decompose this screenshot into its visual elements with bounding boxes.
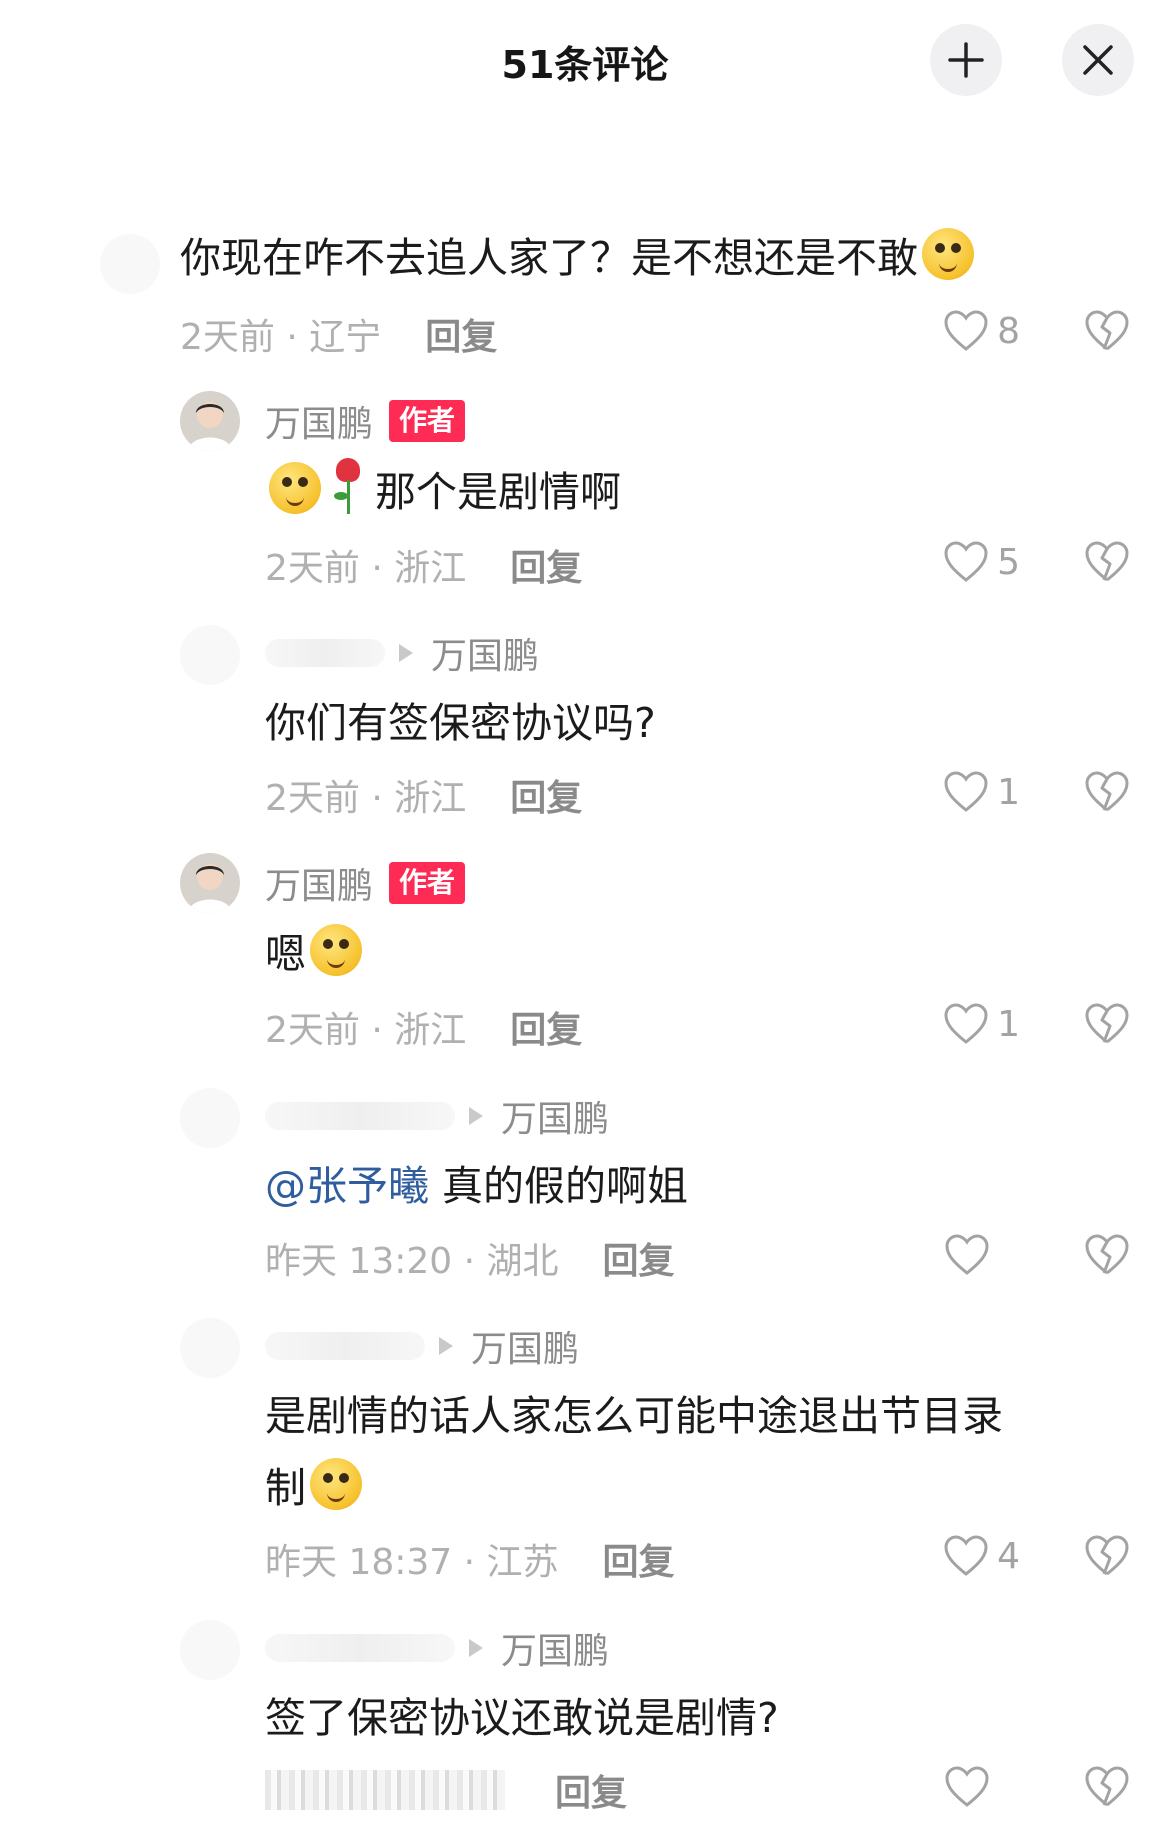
like-count: 1: [997, 1003, 1020, 1045]
author-badge: 作者: [389, 862, 466, 904]
heart-outline-icon: [944, 1003, 988, 1044]
comment-actions: 5: [0, 540, 1170, 590]
reply-arrow-icon: [469, 1639, 483, 1657]
dislike-button[interactable]: [1084, 1534, 1130, 1582]
comment-text: 那个是剧情啊: [265, 456, 621, 528]
avatar[interactable]: [180, 391, 240, 451]
reply-to-name[interactable]: 万国鹏: [431, 627, 539, 679]
shushing-emoji-icon: [310, 1458, 362, 1510]
like-button[interactable]: [944, 1765, 1020, 1809]
like-count: 1: [997, 771, 1020, 813]
thinking-emoji-icon: [922, 228, 974, 280]
username[interactable]: 万国鹏: [265, 395, 373, 447]
like-button[interactable]: 5: [943, 540, 1020, 584]
comment-text: @张予曦 真的假的啊姐: [265, 1162, 689, 1210]
like-count: 5: [997, 541, 1020, 583]
comment-actions: 1: [0, 1002, 1170, 1052]
comment-item: 万国鹏 是剧情的话人家怎么可能中途退出节目录 制 昨天 18:37 · 江苏 回…: [0, 1318, 1170, 1588]
reply-to-name[interactable]: 万国鹏: [471, 1320, 579, 1372]
comment-item: 万国鹏 @张予曦 真的假的啊姐 昨天 13:20 · 湖北 回复: [0, 1088, 1170, 1288]
heart-outline-icon: [944, 310, 988, 351]
avatar[interactable]: [180, 625, 240, 685]
avatar[interactable]: [180, 1088, 240, 1148]
avatar[interactable]: [180, 1620, 240, 1680]
smiling-emoji-icon: [269, 462, 321, 514]
reply-arrow-icon: [439, 1337, 453, 1355]
like-button[interactable]: 1: [943, 770, 1020, 814]
reply-to-name[interactable]: 万国鹏: [501, 1622, 609, 1674]
heart-outline-icon: [945, 1234, 989, 1275]
like-count: 4: [997, 1535, 1020, 1577]
collapse-button[interactable]: [930, 24, 1002, 96]
username-blurred[interactable]: [265, 1634, 455, 1662]
broken-heart-icon: [1085, 541, 1129, 582]
heart-outline-icon: [944, 1535, 988, 1576]
comments-header: 51条评论: [0, 0, 1170, 125]
heart-outline-icon: [944, 541, 988, 582]
comment-item: 万国鹏 签了保密协议还敢说是剧情? 回复: [0, 1620, 1170, 1829]
reply-to-row: 万国鹏: [265, 1624, 609, 1672]
like-button[interactable]: 1: [943, 1002, 1020, 1046]
dislike-button[interactable]: [1084, 1233, 1130, 1281]
dislike-button[interactable]: [1084, 309, 1130, 357]
rose-icon: [331, 458, 365, 516]
comment-text: 嗯: [265, 918, 362, 990]
buck-teeth-emoji-icon: [310, 924, 362, 976]
username-blurred[interactable]: [265, 639, 385, 667]
broken-heart-icon: [1085, 1234, 1129, 1275]
dislike-button[interactable]: [1084, 1002, 1130, 1050]
heart-outline-icon: [944, 771, 988, 812]
comment-actions: [0, 1233, 1170, 1283]
avatar[interactable]: [180, 853, 240, 913]
broken-heart-icon: [1085, 771, 1129, 812]
author-name-row: 万国鹏 作者: [265, 857, 466, 909]
dislike-button[interactable]: [1084, 540, 1130, 588]
reply-to-row: 万国鹏: [265, 629, 539, 677]
reply-arrow-icon: [469, 1107, 483, 1125]
comment-item: 你现在咋不去追人家了？是不想还是不敢 2天前 · 辽宁 回复 8: [0, 222, 1170, 362]
collapse-icon: [948, 42, 984, 78]
dislike-button[interactable]: [1084, 1765, 1130, 1813]
broken-heart-icon: [1085, 310, 1129, 351]
mention-link[interactable]: @张予曦: [265, 1162, 429, 1210]
username-blurred[interactable]: [265, 1102, 455, 1130]
close-icon: [1083, 45, 1113, 75]
like-button[interactable]: 8: [943, 309, 1020, 353]
reply-to-name[interactable]: 万国鹏: [501, 1090, 609, 1142]
dislike-button[interactable]: [1084, 770, 1130, 818]
comment-text: 你们有签保密协议吗?: [265, 699, 656, 747]
reply-to-row: 万国鹏: [265, 1092, 609, 1140]
heart-outline-icon: [945, 1766, 989, 1807]
reply-arrow-icon: [399, 644, 413, 662]
like-count: 8: [997, 310, 1020, 352]
close-button[interactable]: [1062, 24, 1134, 96]
comment-item: 万国鹏 作者 那个是剧情啊 2天前 · 浙江 回复 5: [0, 388, 1170, 598]
author-name-row: 万国鹏 作者: [265, 395, 466, 447]
avatar[interactable]: [180, 1318, 240, 1378]
comment-actions: [0, 1765, 1170, 1815]
comment-item: 万国鹏 作者 嗯 2天前 · 浙江 回复 1: [0, 850, 1170, 1052]
comment-actions: 1: [0, 770, 1170, 820]
comment-text: 签了保密协议还敢说是剧情?: [265, 1694, 779, 1742]
comment-actions: 8: [0, 309, 1170, 359]
author-badge: 作者: [389, 400, 466, 442]
like-button[interactable]: 4: [943, 1534, 1020, 1578]
username-blurred[interactable]: [265, 1332, 425, 1360]
like-button[interactable]: [944, 1233, 1020, 1277]
reply-to-row: 万国鹏: [265, 1322, 579, 1370]
broken-heart-icon: [1085, 1003, 1129, 1044]
comment-text: 是剧情的话人家怎么可能中途退出节目录 制: [265, 1392, 1003, 1512]
broken-heart-icon: [1085, 1535, 1129, 1576]
comment-text: 你现在咋不去追人家了？是不想还是不敢: [180, 222, 974, 294]
avatar[interactable]: [100, 234, 160, 294]
comment-actions: 4: [0, 1534, 1170, 1584]
broken-heart-icon: [1085, 1766, 1129, 1807]
username[interactable]: 万国鹏: [265, 857, 373, 909]
comment-item: 万国鹏 你们有签保密协议吗? 2天前 · 浙江 回复 1: [0, 625, 1170, 825]
